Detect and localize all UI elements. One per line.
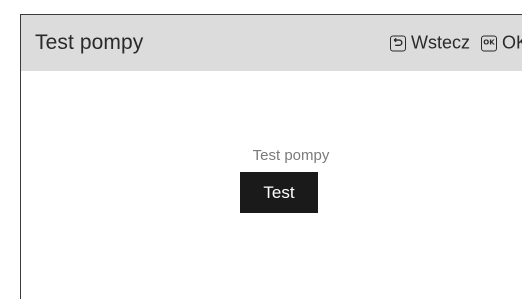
ok-key-icon: OK xyxy=(480,35,497,51)
page-title: Test pompy xyxy=(35,31,144,54)
header-bar: Test pompy Wstecz OK OK xyxy=(21,15,522,71)
main-content: Test pompy Test xyxy=(21,71,522,299)
back-label: Wstecz xyxy=(410,32,470,53)
header-nav: Wstecz OK OK xyxy=(389,32,522,54)
ok-button[interactable]: OK OK xyxy=(480,32,522,54)
pump-test-label: Test pompy xyxy=(252,147,330,164)
device-screen: Test pompy Wstecz OK OK Test pompy Test xyxy=(20,14,522,299)
test-button[interactable]: Test xyxy=(240,172,318,213)
back-button[interactable]: Wstecz xyxy=(389,32,470,54)
back-arrow-icon xyxy=(389,35,406,51)
ok-label: OK xyxy=(501,32,522,53)
